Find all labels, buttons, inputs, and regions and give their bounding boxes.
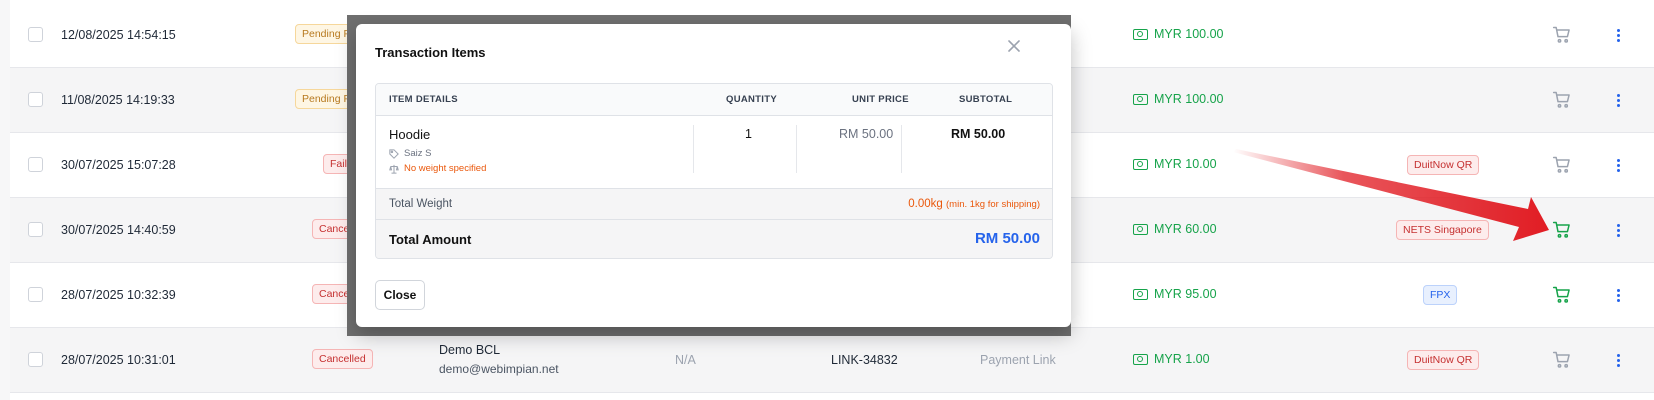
status-badge: Cancelled [312, 349, 373, 369]
cart-icon[interactable] [1552, 90, 1572, 110]
row-checkbox[interactable] [28, 222, 43, 237]
total-weight-value: 0.00kg (min. 1kg for shipping) [908, 198, 1040, 210]
items-table: ITEM DETAILS QUANTITY UNIT PRICE SUBTOTA… [375, 83, 1053, 259]
cart-icon[interactable] [1552, 25, 1572, 45]
transaction-date: 28/07/2025 10:31:01 [61, 353, 176, 367]
column-header-unit-price: UNIT PRICE [852, 94, 909, 105]
cart-icon[interactable] [1552, 220, 1572, 240]
amount: MYR 95.00 [1133, 287, 1217, 301]
transaction-date: 12/08/2025 14:54:15 [61, 28, 176, 42]
payment-method-badge: DuitNow QR [1407, 350, 1480, 370]
transaction-date: 30/07/2025 14:40:59 [61, 223, 176, 237]
transaction-items-modal: Transaction Items ITEM DETAILS QUANTITY … [356, 24, 1071, 327]
customer-name: Demo BCL [439, 343, 501, 357]
column-divider [693, 125, 694, 173]
customer-email: demo@webimpian.net [439, 362, 559, 376]
more-actions-icon[interactable] [1614, 285, 1622, 305]
total-amount-value: RM 50.00 [974, 230, 1040, 247]
modal-title: Transaction Items [375, 45, 486, 60]
payment-method-badge: DuitNow QR [1407, 155, 1480, 175]
close-button[interactable]: Close [375, 280, 425, 310]
money-icon [1133, 93, 1148, 105]
table-row[interactable]: 28/07/2025 10:31:01 Cancelled Demo BCL d… [10, 328, 1654, 393]
transaction-date: 11/08/2025 14:19:33 [61, 93, 175, 107]
item-subtotal: RM 50.00 [951, 127, 1006, 141]
amount: MYR 60.00 [1133, 222, 1217, 236]
money-icon [1133, 288, 1148, 300]
cart-icon[interactable] [1552, 155, 1572, 175]
row-checkbox[interactable] [28, 287, 43, 302]
transaction-date: 28/07/2025 10:32:39 [61, 288, 176, 302]
money-icon [1133, 353, 1148, 365]
more-actions-icon[interactable] [1614, 220, 1622, 240]
cart-icon[interactable] [1552, 350, 1572, 370]
total-amount-label: Total Amount [389, 232, 472, 247]
item-quantity: 1 [745, 127, 752, 141]
total-amount-row: Total Amount RM 50.00 [376, 220, 1052, 258]
row-checkbox[interactable] [28, 92, 43, 107]
item-variant: Saiz S [389, 148, 431, 159]
column-divider [901, 125, 902, 173]
column-header-subtotal: SUBTOTAL [959, 94, 1013, 105]
payment-source: Payment Link [980, 353, 1056, 367]
column-header-details: ITEM DETAILS [389, 94, 458, 105]
item-name: Hoodie [389, 127, 431, 142]
money-icon [1133, 223, 1148, 235]
scale-icon [389, 164, 399, 174]
more-actions-icon[interactable] [1614, 25, 1622, 45]
money-icon [1133, 158, 1148, 170]
payment-method-badge: NETS Singapore [1396, 220, 1489, 240]
more-actions-icon[interactable] [1614, 155, 1622, 175]
more-actions-icon[interactable] [1614, 350, 1622, 370]
total-weight-label: Total Weight [389, 198, 453, 210]
total-weight-row: Total Weight 0.00kg (min. 1kg for shippi… [376, 188, 1052, 220]
item-unit-price: RM 50.00 [839, 127, 894, 141]
reference-id: LINK-34832 [831, 353, 898, 367]
amount: MYR 100.00 [1133, 27, 1223, 41]
column-header-quantity: QUANTITY [726, 94, 777, 105]
amount: MYR 100.00 [1133, 92, 1223, 106]
cart-icon[interactable] [1552, 285, 1572, 305]
more-actions-icon[interactable] [1614, 90, 1622, 110]
row-checkbox[interactable] [28, 352, 43, 367]
item-row: Hoodie Saiz S No weight specified 1 RM 5… [376, 116, 1052, 188]
tag-icon [389, 148, 399, 159]
weight-warning: No weight specified [389, 163, 486, 174]
amount: MYR 1.00 [1133, 352, 1210, 366]
row-checkbox[interactable] [28, 157, 43, 172]
payment-method-badge: FPX [1423, 285, 1458, 305]
row-checkbox[interactable] [28, 27, 43, 42]
items-table-header: ITEM DETAILS QUANTITY UNIT PRICE SUBTOTA… [376, 84, 1052, 116]
na-value: N/A [675, 353, 696, 367]
amount: MYR 10.00 [1133, 157, 1217, 171]
close-icon[interactable] [1006, 38, 1022, 54]
column-divider [796, 125, 797, 173]
money-icon [1133, 28, 1148, 40]
transaction-date: 30/07/2025 15:07:28 [61, 158, 176, 172]
